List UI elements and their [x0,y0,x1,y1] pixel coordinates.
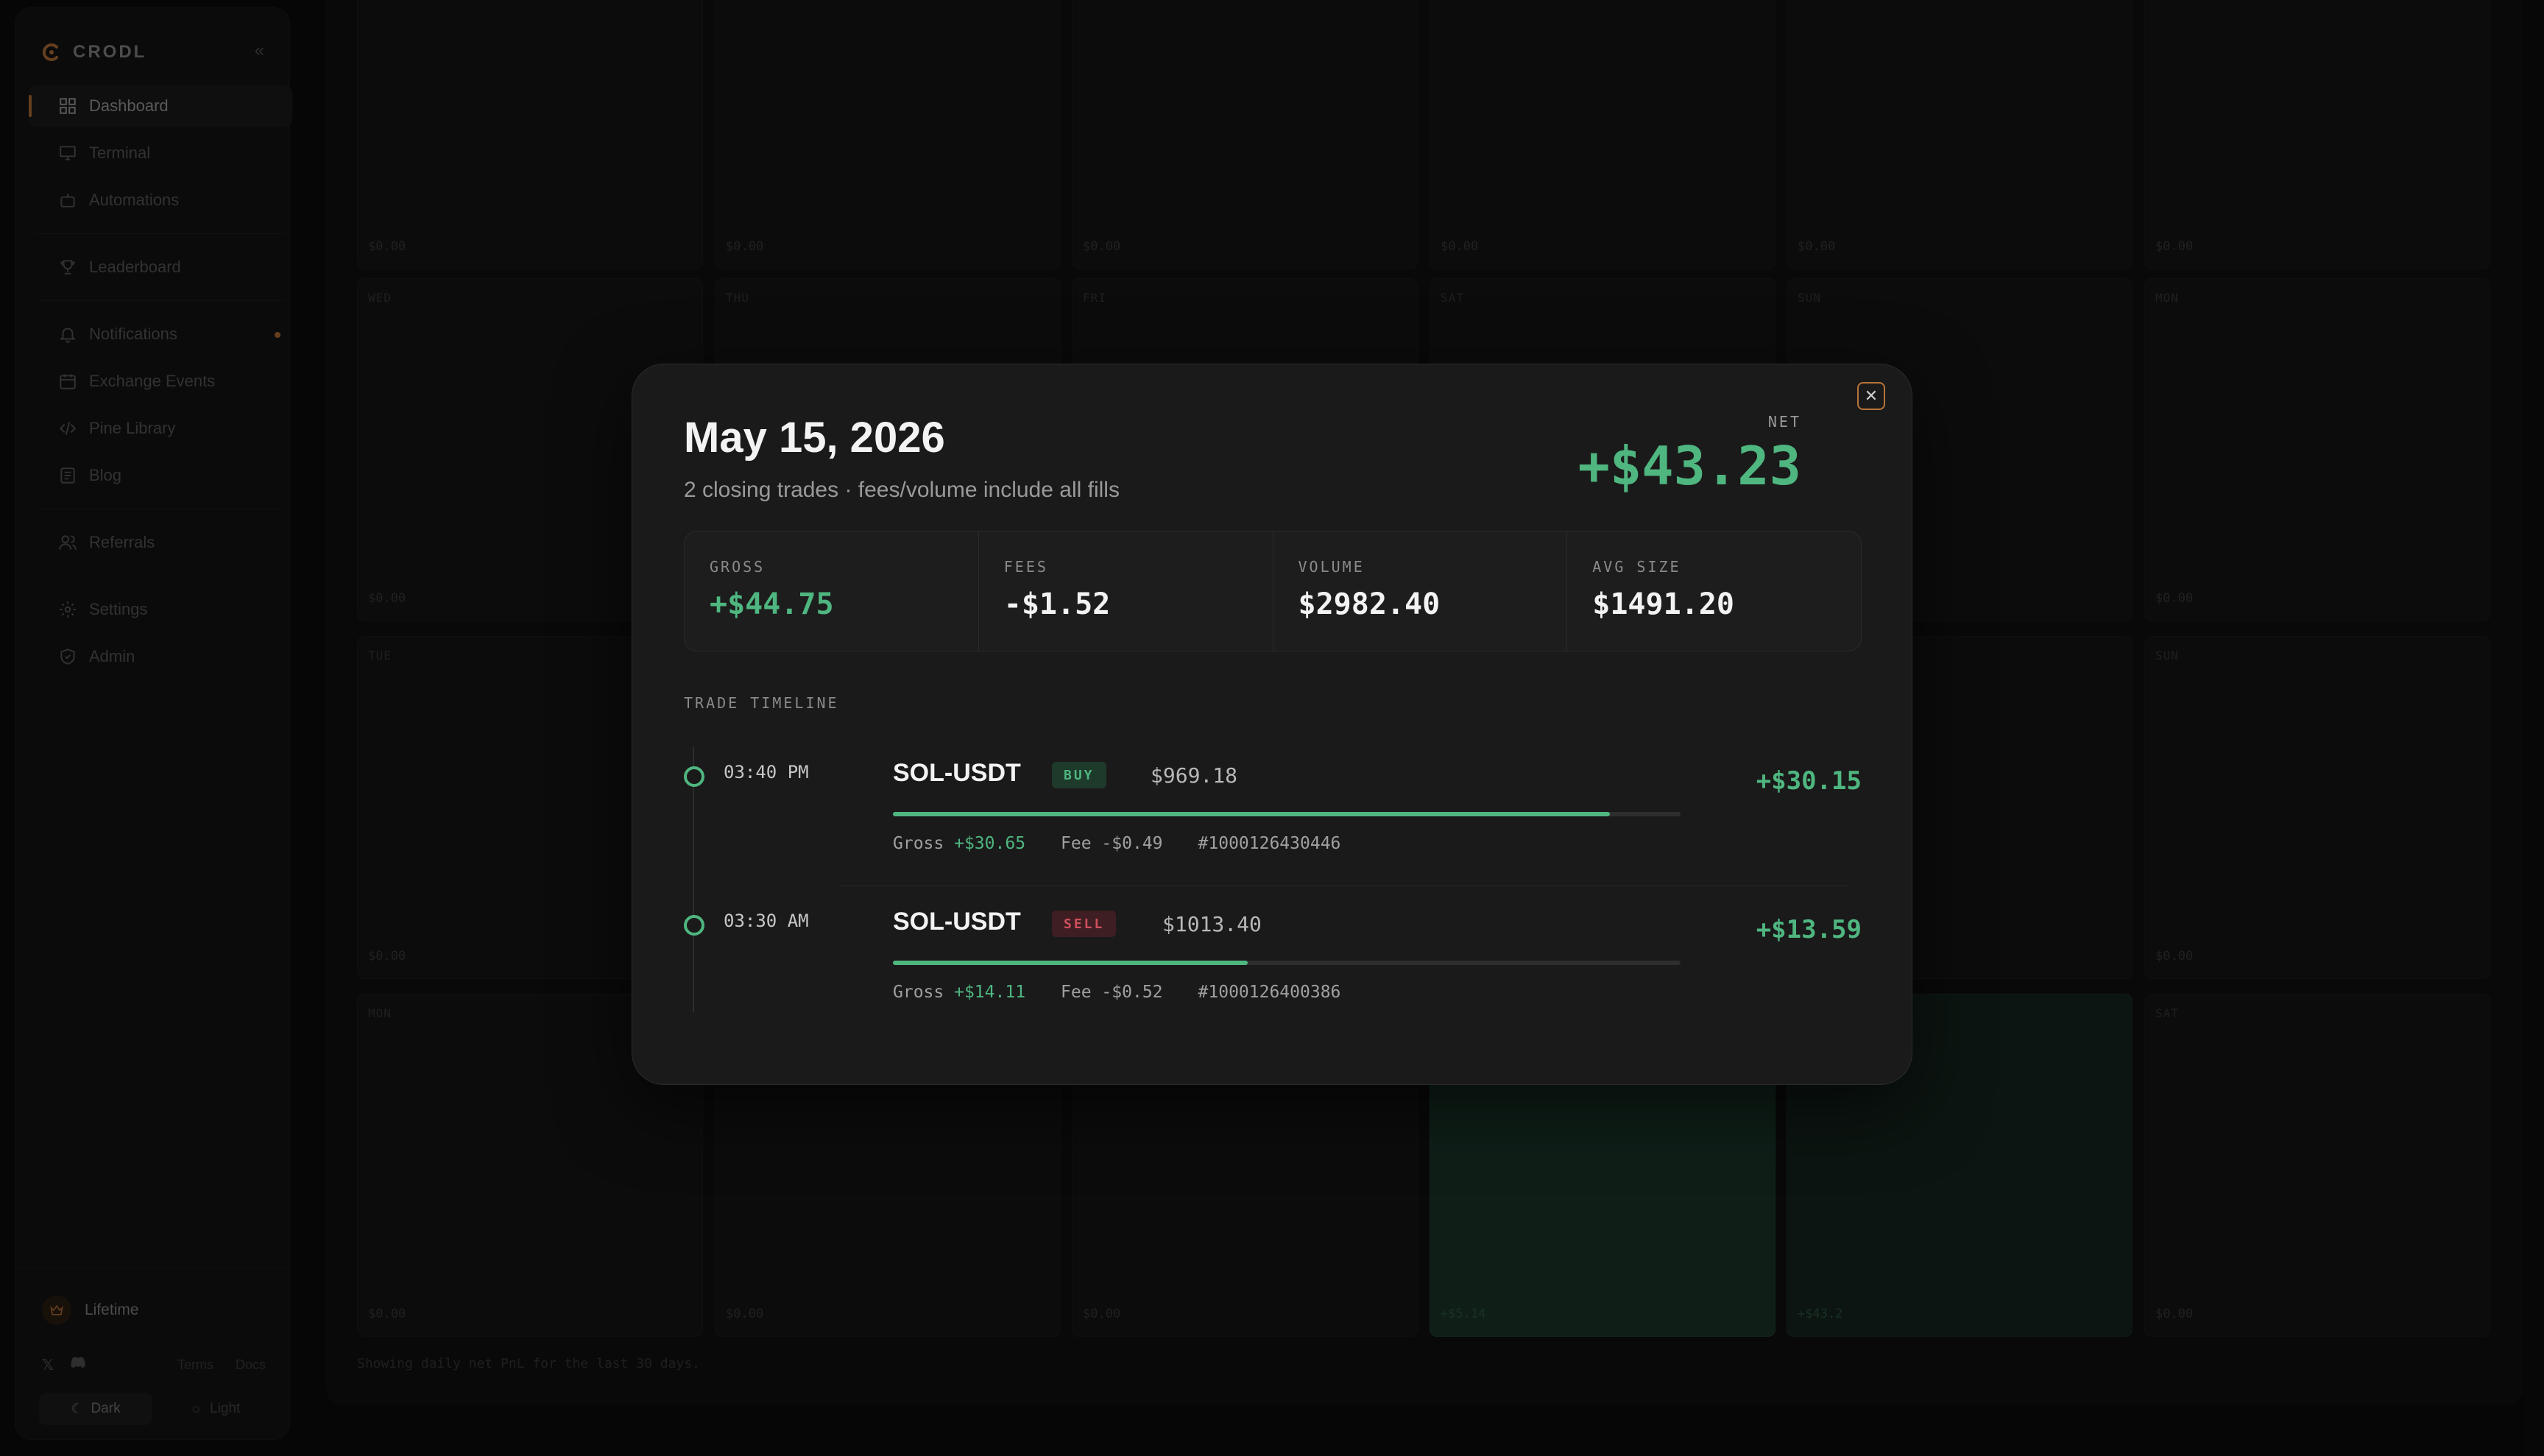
day-detail-modal: ✕ May 15, 2026 2 closing trades · fees/v… [632,364,1912,1085]
close-button[interactable]: ✕ [1857,382,1885,410]
trade-pnl: +$13.59 [1756,915,1862,944]
trade-time: 03:30 AM [724,911,809,931]
trade-price: $1013.40 [1162,912,1262,936]
trade-fee: Fee -$0.52 [1061,983,1163,1002]
stat-label: AVG SIZE [1592,558,1681,576]
timeline-node-icon [684,915,704,936]
trade-details: Gross +$30.65 Fee -$0.49 #1000126430446 [893,834,1340,853]
trade-gross: Gross +$14.11 [893,983,1025,1002]
trade-id: #1000126430446 [1198,834,1341,853]
stat-label: VOLUME [1298,558,1365,576]
side-badge: BUY [1052,762,1106,788]
trade-details: Gross +$14.11 Fee -$0.52 #1000126400386 [893,983,1340,1002]
stat-volume: VOLUME $2982.40 [1273,531,1568,651]
trade-size-bar-fill [893,961,1248,965]
stat-gross: GROSS +$44.75 [685,531,979,651]
trade-pair: SOL-USDT [893,759,1021,787]
side-badge: SELL [1052,911,1117,937]
stat-value: -$1.52 [1003,587,1111,621]
stat-value: +$44.75 [710,587,834,621]
trade-fee: Fee -$0.49 [1061,834,1163,853]
trade-pnl: +$30.15 [1756,766,1862,796]
timeline-node-icon [684,766,704,787]
net-value: +$43.23 [1577,435,1801,497]
close-icon: ✕ [1864,386,1879,405]
trade-row[interactable]: 03:40 PM SOL-USDT BUY $969.18 Gross +$30… [684,744,1869,877]
trade-pair: SOL-USDT [893,908,1021,936]
stat-value: $2982.40 [1298,587,1441,621]
trade-size-bar [893,961,1681,965]
modal-title: May 15, 2026 [684,414,945,462]
stat-label: FEES [1003,558,1048,576]
gross-value: +$14.11 [954,983,1026,1002]
trade-id: #1000126400386 [1198,983,1341,1002]
stat-avg-size: AVG SIZE $1491.20 [1567,531,1861,651]
modal-subtitle: 2 closing trades · fees/volume include a… [684,478,1120,502]
net-label: NET [1767,413,1801,431]
stats-row: GROSS +$44.75 FEES -$1.52 VOLUME $2982.4… [684,531,1862,651]
trade-size-bar [893,812,1681,816]
gross-value: +$30.65 [954,834,1026,853]
trade-row[interactable]: 03:30 AM SOL-USDT SELL $1013.40 Gross +$… [684,893,1869,1025]
timeline-label: TRADE TIMELINE [684,694,839,712]
stat-value: $1491.20 [1592,587,1734,621]
trade-time: 03:40 PM [724,762,809,782]
gross-label: Gross [893,834,944,853]
trade-price: $969.18 [1151,763,1238,788]
trade-size-bar-fill [893,812,1610,816]
stat-fees: FEES -$1.52 [979,531,1273,651]
stat-label: GROSS [710,558,766,576]
gross-label: Gross [893,983,944,1002]
trade-gross: Gross +$30.65 [893,834,1025,853]
